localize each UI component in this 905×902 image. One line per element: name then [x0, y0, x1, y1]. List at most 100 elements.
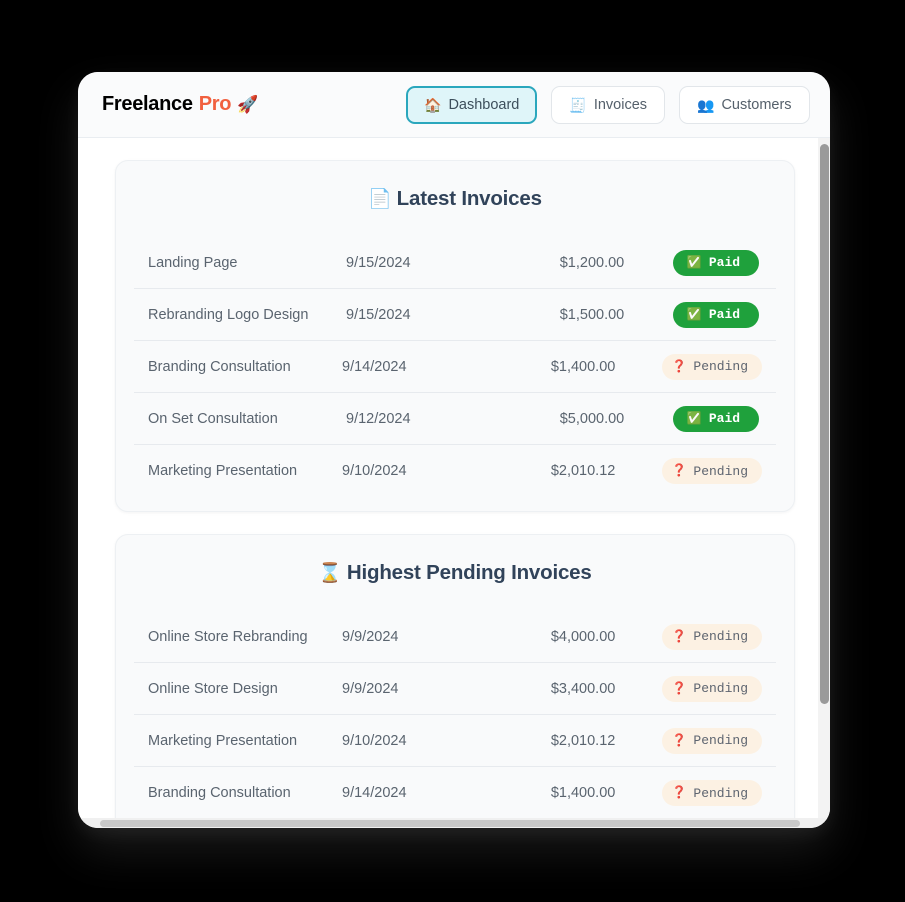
invoice-status-cell: ❓ Pending: [662, 675, 762, 702]
status-label: Pending: [693, 733, 748, 748]
check-circle-icon: ✅: [686, 255, 702, 270]
invoice-date: 9/12/2024: [346, 410, 411, 427]
table-row[interactable]: Branding Consultation 9/14/2024 $1,400.0…: [134, 767, 776, 819]
nav-label-customers: Customers: [721, 97, 792, 113]
invoice-status-cell: ✅ Paid: [673, 405, 762, 432]
invoice-amount: $2,010.12: [550, 732, 616, 749]
invoice-date: 9/9/2024: [342, 628, 399, 645]
app-root: Freelance Pro 🚀 🏠 Dashboard 🧾 Invoices 👥 …: [0, 0, 905, 902]
invoice-status-cell: ✅ Paid: [673, 249, 762, 276]
invoice-amount: $1,200.00: [559, 254, 625, 271]
card-title-latest-invoices: 📄 Latest Invoices: [134, 187, 776, 211]
vertical-scrollbar-thumb[interactable]: [820, 144, 829, 704]
status-label: Paid: [708, 255, 741, 270]
status-label: Pending: [693, 629, 748, 644]
main-content-scroll-area[interactable]: 📄 Latest Invoices Landing Page 9/15/2024…: [78, 138, 830, 828]
invoice-name: Marketing Presentation: [148, 463, 298, 479]
status-badge: ✅ Paid: [673, 405, 759, 432]
invoice-date: 9/9/2024: [342, 680, 399, 697]
table-row[interactable]: Online Store Rebranding 9/9/2024 $4,000.…: [134, 611, 776, 663]
status-badge: ❓ Pending: [662, 623, 762, 650]
invoice-amount: $1,400.00: [550, 358, 616, 375]
receipt-icon: 🧾: [569, 97, 587, 113]
table-row[interactable]: Branding Consultation 9/14/2024 $1,400.0…: [134, 341, 776, 393]
question-circle-icon: ❓: [671, 464, 687, 478]
invoice-amount: $5,000.00: [559, 410, 625, 427]
card-latest-invoices: 📄 Latest Invoices Landing Page 9/15/2024…: [115, 160, 795, 512]
question-circle-icon: ❓: [671, 681, 687, 696]
invoice-amount: $1,500.00: [559, 306, 625, 323]
brand-name-secondary: Pro: [198, 93, 232, 115]
status-badge: ❓ Pending: [662, 353, 762, 380]
invoice-date: 9/15/2024: [346, 306, 411, 323]
invoice-amount: $1,400.00: [550, 785, 616, 801]
invoice-status-cell: ❓ Pending: [662, 727, 762, 754]
card-title-text: Latest Invoices: [396, 187, 542, 210]
invoice-date: 9/14/2024: [342, 785, 407, 801]
invoice-amount: $4,000.00: [550, 628, 616, 645]
nav-label-dashboard: Dashboard: [448, 97, 520, 113]
horizontal-scrollbar-thumb[interactable]: [100, 820, 800, 827]
nav-label-invoices: Invoices: [593, 97, 648, 113]
table-row[interactable]: Rebranding Logo Design 9/15/2024 $1,500.…: [134, 289, 776, 341]
nav-button-invoices[interactable]: 🧾 Invoices: [551, 86, 666, 124]
invoice-amount: $3,400.00: [550, 680, 616, 697]
invoice-date: 9/10/2024: [342, 732, 407, 749]
people-icon: 👥: [697, 97, 715, 113]
status-badge: ✅ Paid: [673, 249, 759, 276]
invoice-name: Online Store Rebranding: [148, 628, 308, 645]
nav-button-group: 🏠 Dashboard 🧾 Invoices 👥 Customers: [406, 86, 810, 124]
status-badge: ✅ Paid: [673, 301, 759, 328]
invoice-name: Rebranding Logo Design: [148, 306, 309, 323]
status-badge: ❓ Pending: [662, 675, 762, 702]
card-title-text: Highest Pending Invoices: [346, 561, 592, 584]
nav-button-dashboard[interactable]: 🏠 Dashboard: [406, 86, 538, 124]
question-circle-icon: ❓: [671, 629, 687, 644]
question-circle-icon: ❓: [671, 733, 687, 748]
invoice-status-cell: ❓ Pending: [662, 458, 762, 484]
app-window: Freelance Pro 🚀 🏠 Dashboard 🧾 Invoices 👥 …: [78, 72, 830, 828]
rocket-icon: 🚀: [237, 94, 259, 114]
house-icon: 🏠: [424, 97, 442, 113]
question-circle-icon: ❓: [671, 359, 687, 374]
nav-button-customers[interactable]: 👥 Customers: [679, 86, 810, 124]
check-circle-icon: ✅: [686, 307, 702, 322]
table-row[interactable]: Landing Page 9/15/2024 $1,200.00 ✅ Paid: [134, 237, 776, 289]
invoice-name: Branding Consultation: [148, 358, 291, 375]
table-row[interactable]: Marketing Presentation 9/10/2024 $2,010.…: [134, 445, 776, 497]
document-icon: 📄: [368, 189, 392, 210]
invoice-status-cell: ✅ Paid: [673, 301, 762, 328]
card-title-highest-pending-invoices: ⌛ Highest Pending Invoices: [134, 561, 776, 585]
hourglass-icon: ⌛: [318, 563, 342, 584]
invoice-name: Online Store Design: [148, 680, 278, 697]
invoice-name: Branding Consultation: [148, 785, 291, 801]
status-badge: ❓ Pending: [662, 780, 762, 806]
invoice-status-cell: ❓ Pending: [662, 353, 762, 380]
table-row[interactable]: On Set Consultation 9/12/2024 $5,000.00 …: [134, 393, 776, 445]
invoice-name: On Set Consultation: [148, 410, 278, 427]
brand-logo[interactable]: Freelance Pro 🚀: [102, 93, 258, 116]
status-label: Pending: [693, 681, 748, 696]
status-badge: ❓ Pending: [662, 458, 762, 484]
table-row[interactable]: Online Store Design 9/9/2024 $3,400.00 ❓…: [134, 663, 776, 715]
status-label: Pending: [693, 359, 748, 374]
status-label: Paid: [708, 307, 741, 322]
invoice-status-cell: ❓ Pending: [662, 780, 762, 806]
invoice-date: 9/15/2024: [346, 254, 411, 271]
status-label: Pending: [693, 785, 748, 801]
top-navigation-bar: Freelance Pro 🚀 🏠 Dashboard 🧾 Invoices 👥 …: [78, 72, 830, 138]
invoice-name: Marketing Presentation: [148, 732, 298, 749]
card-highest-pending-invoices: ⌛ Highest Pending Invoices Online Store …: [115, 534, 795, 828]
check-circle-icon: ✅: [686, 411, 702, 426]
invoice-status-cell: ❓ Pending: [662, 623, 762, 650]
status-label: Paid: [708, 411, 741, 426]
table-row[interactable]: Marketing Presentation 9/10/2024 $2,010.…: [134, 715, 776, 767]
invoice-date: 9/14/2024: [342, 358, 407, 375]
brand-name-primary: Freelance: [102, 93, 193, 115]
question-circle-icon: ❓: [671, 786, 687, 800]
invoice-date: 9/10/2024: [342, 463, 407, 479]
status-label: Pending: [693, 463, 748, 479]
invoice-name: Landing Page: [148, 254, 238, 271]
invoice-amount: $2,010.12: [550, 463, 616, 479]
status-badge: ❓ Pending: [662, 727, 762, 754]
